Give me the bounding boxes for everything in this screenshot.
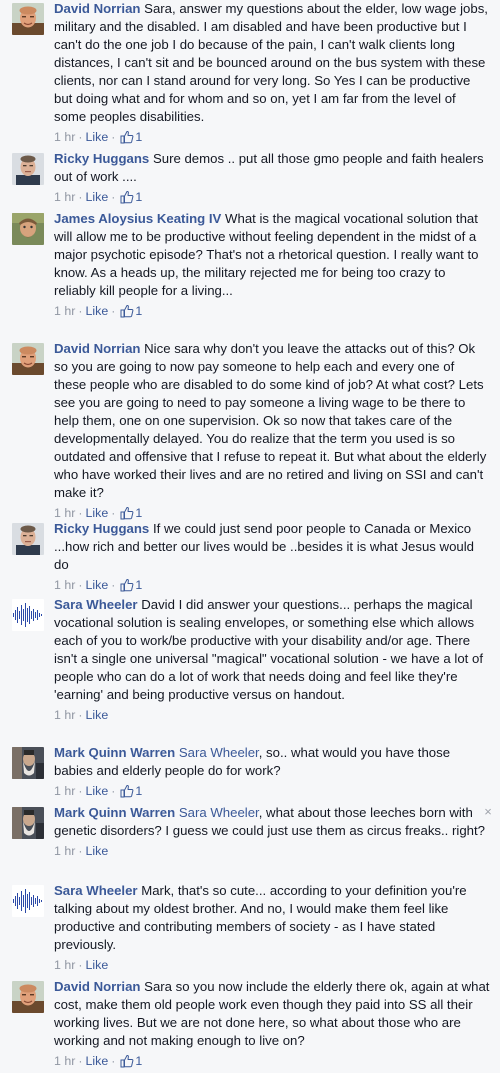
thumbs-up-icon[interactable] — [120, 190, 134, 209]
comment-text-block: Sara Wheeler David I did answer your que… — [54, 596, 490, 704]
separator-dot: · — [111, 130, 116, 144]
separator-dot: · — [111, 784, 116, 798]
like-button[interactable]: Like — [86, 784, 109, 798]
comment-timestamp[interactable]: 1 hr — [54, 844, 75, 858]
comment-text-block: David Norrian Nice sara why don't you le… — [54, 340, 490, 502]
comment-author-link[interactable]: David Norrian — [54, 341, 140, 356]
comment-meta: 1 hr · Like · 1 — [54, 128, 490, 146]
like-button[interactable]: Like — [86, 506, 109, 520]
avatar-sara-wheeler[interactable] — [12, 599, 44, 631]
mention-link[interactable]: Sara Wheeler — [179, 805, 259, 820]
comment-meta: 1 hr · Like — [54, 956, 490, 974]
comment-text-block: Mark Quinn Warren Sara Wheeler, what abo… — [54, 804, 490, 840]
comment-author-link[interactable]: David Norrian — [54, 979, 140, 994]
like-count[interactable]: 1 — [135, 1054, 142, 1068]
comment-author-link[interactable]: James Aloysius Keating IV — [54, 211, 221, 226]
like-count[interactable]: 1 — [135, 130, 142, 144]
like-button[interactable]: Like — [86, 844, 109, 858]
like-count[interactable]: 1 — [135, 578, 142, 592]
avatar-sara-wheeler[interactable] — [12, 885, 44, 917]
avatar-david-norrian[interactable] — [12, 3, 44, 35]
comment-text-block: David Norrian Sara so you now include th… — [54, 978, 490, 1050]
comment-text: David I did answer your questions... per… — [54, 597, 483, 702]
like-button[interactable]: Like — [86, 958, 109, 972]
comment-author-link[interactable]: Sara Wheeler — [54, 597, 138, 612]
comment-text-block: Ricky Huggans Sure demos .. put all thos… — [54, 150, 490, 186]
comment-timestamp[interactable]: 1 hr — [54, 506, 75, 520]
separator-dot: · — [78, 958, 83, 972]
comment-meta: 1 hr · Like — [54, 706, 490, 724]
comment-timestamp[interactable]: 1 hr — [54, 708, 75, 722]
comment-timestamp[interactable]: 1 hr — [54, 190, 75, 204]
close-icon[interactable]: × — [482, 805, 494, 818]
like-button[interactable]: Like — [86, 130, 109, 144]
like-count[interactable]: 1 — [135, 304, 142, 318]
comment-text-block: Ricky Huggans If we could just send poor… — [54, 520, 490, 574]
comment-meta: 1 hr · Like — [54, 842, 490, 860]
comment-author-link[interactable]: David Norrian — [54, 1, 140, 16]
thumbs-up-icon[interactable] — [120, 130, 134, 149]
separator-dot: · — [78, 578, 83, 592]
avatar-david-norrian[interactable] — [12, 981, 44, 1013]
comment-timestamp[interactable]: 1 hr — [54, 130, 75, 144]
comment-timestamp[interactable]: 1 hr — [54, 1054, 75, 1068]
comment-timestamp[interactable]: 1 hr — [54, 304, 75, 318]
separator-dot: · — [111, 578, 116, 592]
separator-dot: · — [78, 506, 83, 520]
avatar-ricky-huggans[interactable] — [12, 523, 44, 555]
separator-dot: · — [78, 708, 83, 722]
like-button[interactable]: Like — [86, 578, 109, 592]
avatar-mark-quinn-warren[interactable] — [12, 807, 44, 839]
comment-text: Sara, answer my questions about the elde… — [54, 1, 488, 124]
comment-author-link[interactable]: Mark Quinn Warren — [54, 805, 175, 820]
comment-text-block: James Aloysius Keating IV What is the ma… — [54, 210, 490, 300]
thumbs-up-icon[interactable] — [120, 784, 134, 803]
separator-dot: · — [78, 1054, 83, 1068]
comment-author-link[interactable]: Ricky Huggans — [54, 521, 149, 536]
comment-timestamp[interactable]: 1 hr — [54, 784, 75, 798]
comment-text-block: Mark Quinn Warren Sara Wheeler, so.. wha… — [54, 744, 490, 780]
like-count[interactable]: 1 — [135, 506, 142, 520]
separator-dot: · — [78, 304, 83, 318]
separator-dot: · — [78, 844, 83, 858]
comment-meta: 1 hr · Like · 1 — [54, 1052, 490, 1070]
separator-dot: · — [78, 784, 83, 798]
avatar-james-keating[interactable] — [12, 213, 44, 245]
like-count[interactable]: 1 — [135, 784, 142, 798]
thumbs-up-icon[interactable] — [120, 578, 134, 597]
like-button[interactable]: Like — [86, 190, 109, 204]
avatar-ricky-huggans[interactable] — [12, 153, 44, 185]
separator-dot: · — [78, 190, 83, 204]
comment-timestamp[interactable]: 1 hr — [54, 958, 75, 972]
comment-text: Nice sara why don't you leave the attack… — [54, 341, 487, 500]
comment-author-link[interactable]: Sara Wheeler — [54, 883, 138, 898]
comment-author-link[interactable]: Mark Quinn Warren — [54, 745, 175, 760]
separator-dot: · — [111, 1054, 116, 1068]
comment-meta: 1 hr · Like · 1 — [54, 302, 490, 320]
separator-dot: · — [111, 304, 116, 318]
comment-author-link[interactable]: Ricky Huggans — [54, 151, 149, 166]
comment-timestamp[interactable]: 1 hr — [54, 578, 75, 592]
comment-meta: 1 hr · Like · 1 — [54, 782, 490, 800]
separator-dot: · — [111, 506, 116, 520]
thumbs-up-icon[interactable] — [120, 304, 134, 323]
mention-link[interactable]: Sara Wheeler — [179, 745, 259, 760]
comment-text-block: Sara Wheeler Mark, that's so cute... acc… — [54, 882, 490, 954]
separator-dot: · — [111, 190, 116, 204]
comment-meta: 1 hr · Like · 1 — [54, 188, 490, 206]
like-button[interactable]: Like — [86, 1054, 109, 1068]
comment-meta: 1 hr · Like · 1 — [54, 576, 490, 594]
comment-text-block: David Norrian Sara, answer my questions … — [54, 0, 490, 126]
like-count[interactable]: 1 — [135, 190, 142, 204]
like-button[interactable]: Like — [86, 304, 109, 318]
separator-dot: · — [78, 130, 83, 144]
avatar-david-norrian[interactable] — [12, 343, 44, 375]
like-button[interactable]: Like — [86, 708, 109, 722]
avatar-mark-quinn-warren[interactable] — [12, 747, 44, 779]
